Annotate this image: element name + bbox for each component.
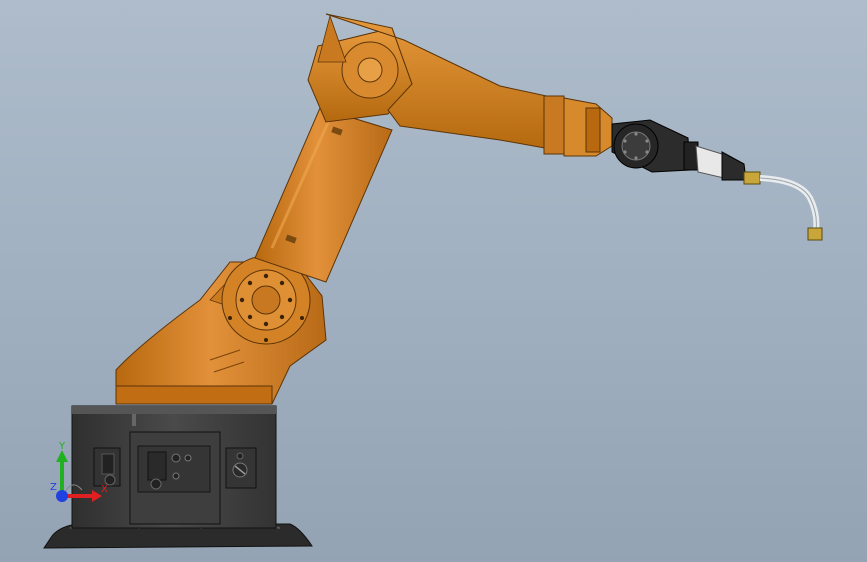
z-axis-dot: [56, 490, 68, 502]
robot-lower-arm: [254, 27, 413, 283]
axis-triad: Y X Z: [50, 441, 108, 502]
welding-torch: [695, 145, 823, 241]
z-axis-label: Z: [50, 482, 57, 493]
robot-wrist: [611, 119, 699, 173]
x-axis-label: X: [101, 484, 108, 495]
y-axis-label: Y: [58, 441, 66, 452]
robot-column: [115, 255, 327, 405]
robot-arm-model[interactable]: [0, 0, 867, 562]
cad-viewport[interactable]: Y X Z: [0, 0, 867, 562]
